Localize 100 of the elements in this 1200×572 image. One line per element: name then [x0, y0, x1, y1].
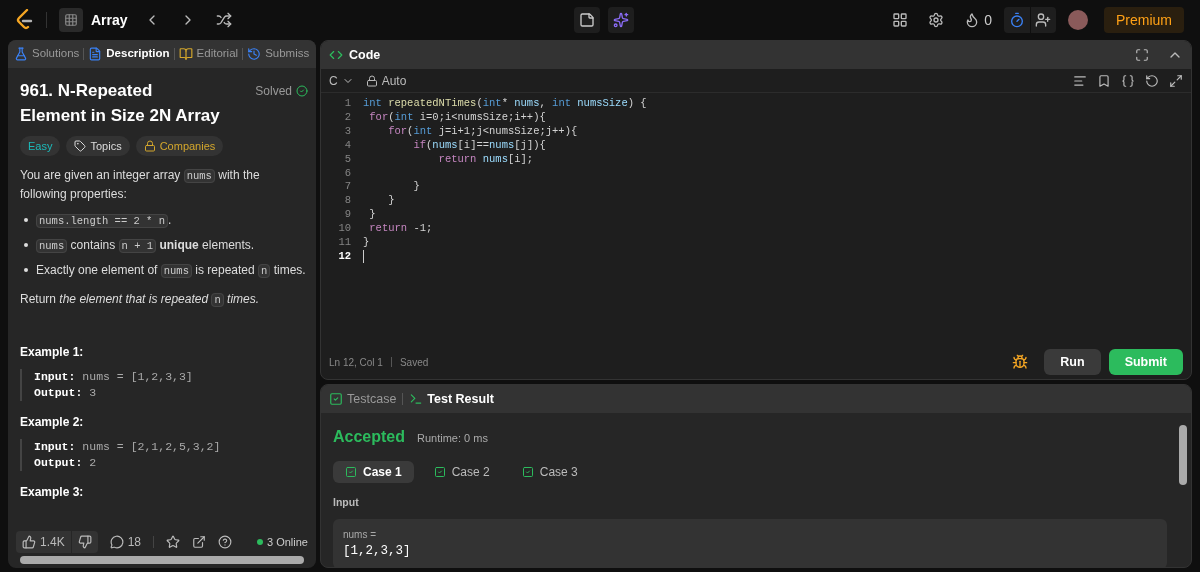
text-cursor	[363, 249, 364, 263]
add-user-icon	[1035, 12, 1052, 28]
check-icon	[345, 466, 357, 478]
code-line: for(int j=i+1;j<numsSize;j++){	[387, 124, 578, 139]
panel-title: Code	[349, 46, 381, 64]
check-icon	[433, 466, 446, 478]
history-icon	[247, 47, 262, 61]
tag-chip[interactable]: Companies	[135, 136, 224, 156]
avatar[interactable]	[1068, 10, 1088, 30]
sparkle-icon	[613, 12, 629, 28]
example-input-text: Input: nums = [1,2,3,3]	[34, 369, 194, 385]
braces-icon[interactable]	[1121, 73, 1135, 88]
case-tab[interactable]: Case 3	[509, 461, 590, 483]
code-line: for(int i=0;i<numsSize;i++){	[368, 110, 546, 125]
problem-list-button[interactable]: Array	[59, 8, 128, 32]
code-line: return nums[i];	[437, 152, 534, 167]
grid-icon	[59, 8, 83, 32]
maximize-icon[interactable]	[1135, 48, 1149, 62]
settings-icon[interactable]	[928, 12, 945, 28]
comments-button[interactable]: 18	[109, 533, 142, 551]
property-text: nums.length == 2 * n .	[36, 211, 172, 230]
shuffle-icon[interactable]	[215, 12, 232, 28]
horizontal-scrollbar[interactable]	[20, 556, 304, 564]
example-output-text: Output: 2	[34, 455, 98, 471]
panel-tab[interactable]: Submiss	[247, 45, 310, 63]
line-number: 11	[337, 236, 351, 250]
debug-icon[interactable]	[1012, 354, 1029, 370]
expand-icon[interactable]	[1169, 73, 1183, 88]
line-number: 6	[343, 166, 351, 181]
lock-icon	[365, 74, 378, 87]
line-number: 5	[343, 152, 351, 167]
example-output-text: Output: 3	[34, 385, 98, 401]
line-number: 10	[337, 222, 351, 237]
check-icon	[329, 392, 343, 406]
difficulty-badge: Easy	[20, 136, 61, 156]
help-icon[interactable]	[218, 535, 233, 549]
flask-icon	[14, 47, 28, 61]
code-line: }	[368, 208, 376, 223]
online-count: 3 Online	[267, 534, 308, 550]
mode-label: Auto	[381, 72, 407, 90]
code-icon	[329, 48, 343, 62]
panel-tab[interactable]: Test Result	[409, 389, 494, 409]
problem-title: 961. N-Repeated Element in Size 2N Array	[20, 80, 220, 127]
example-title: Example 1:	[20, 344, 85, 361]
runtime-text: Runtime: 0 ms	[417, 431, 488, 446]
code-line: int repeatedNTimes(int* nums, int numsSize) {	[363, 97, 647, 111]
case-tab[interactable]: Case 2	[421, 461, 502, 483]
code-line: }	[363, 236, 370, 250]
bookmark-icon[interactable]	[1097, 73, 1111, 88]
panel-tab[interactable]: Testcase	[329, 389, 397, 409]
save-status: Saved	[399, 355, 429, 370]
check-icon	[296, 85, 308, 97]
lock-icon	[143, 140, 156, 152]
note-icon	[579, 12, 595, 28]
property-text: Exactly one element of nums is repeated n times.	[36, 262, 306, 280]
vertical-scrollbar[interactable]	[1179, 425, 1187, 485]
share-icon[interactable]	[192, 535, 207, 549]
line-number: 12	[337, 249, 351, 264]
panel-tab[interactable]: Editorial	[178, 45, 239, 63]
comment-icon	[109, 535, 124, 549]
line-number: 3	[343, 124, 351, 139]
input-name: nums =	[343, 527, 378, 542]
streak-count: 0	[984, 11, 992, 30]
tag-chip[interactable]: Topics	[66, 136, 130, 156]
property-text: nums contains n + 1 unique elements.	[36, 236, 255, 255]
code-line: }	[387, 194, 395, 209]
code-line: }	[412, 180, 420, 195]
logo-icon[interactable]	[16, 9, 34, 31]
tag-icon	[74, 140, 87, 152]
thumbs-up-icon	[22, 535, 36, 549]
line-number: 8	[343, 194, 351, 209]
language-dropdown[interactable]: C	[329, 71, 354, 90]
input-value: [1,2,3,3]	[343, 542, 412, 560]
example-title: Example 3:	[20, 484, 85, 501]
layout-icon[interactable]	[892, 12, 909, 28]
reset-icon[interactable]	[1145, 73, 1159, 88]
line-number: 2	[343, 110, 351, 125]
case-tab[interactable]: Case 1	[333, 461, 414, 483]
code-line: if(nums[i]==nums[j]){	[412, 138, 546, 153]
example-title: Example 2:	[20, 414, 85, 431]
premium-button[interactable]: Premium	[1104, 7, 1184, 33]
check-icon	[521, 466, 534, 478]
example-input-text: Input: nums = [2,1,2,5,3,2]	[34, 439, 222, 455]
run-button[interactable]: Run	[1044, 349, 1101, 375]
timer-icon	[1009, 12, 1025, 28]
line-number: 1	[343, 97, 351, 111]
input-label: Input	[333, 495, 360, 510]
panel-tab[interactable]: Description	[88, 45, 170, 63]
format-icon[interactable]	[1073, 73, 1087, 88]
notes-button[interactable]	[574, 7, 600, 33]
line-number: 4	[343, 138, 351, 153]
description-text: You are given an integer array nums with the following properties:	[20, 167, 261, 203]
star-icon[interactable]	[166, 535, 181, 549]
book-icon	[178, 47, 193, 61]
line-number: 9	[343, 208, 351, 223]
terminal-icon	[409, 392, 424, 406]
solved-status: Solved	[255, 82, 308, 100]
thumbs-down-icon	[77, 535, 92, 549]
sparkle-button[interactable]	[608, 7, 634, 33]
panel-tab[interactable]: Solutions	[14, 45, 80, 63]
